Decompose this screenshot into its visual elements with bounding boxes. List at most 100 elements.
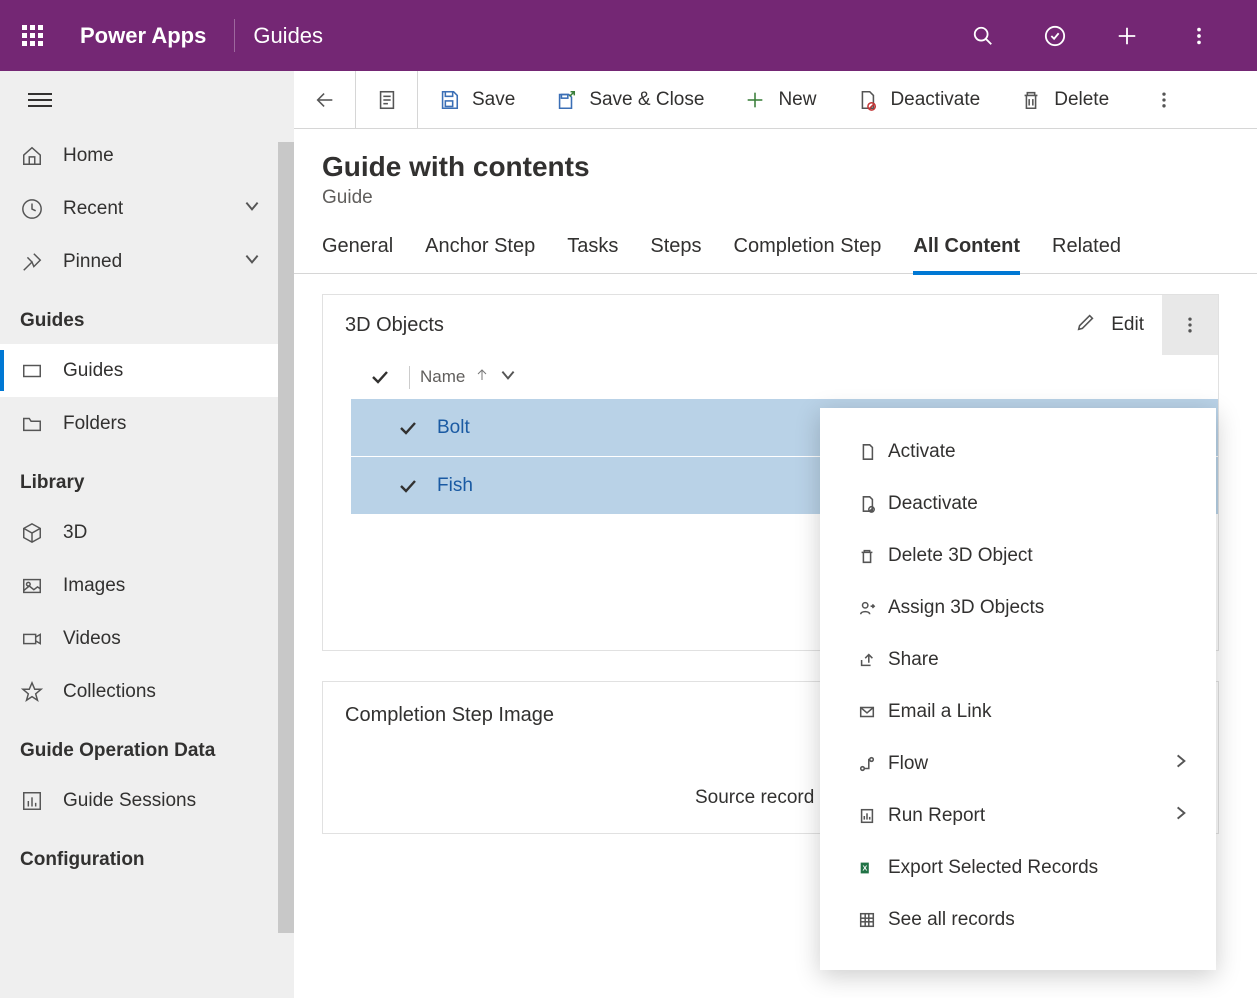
home-icon: [19, 145, 45, 167]
nav-guides[interactable]: Guides: [0, 344, 294, 397]
menu-export[interactable]: X Export Selected Records: [820, 842, 1216, 894]
save-button[interactable]: Save: [418, 89, 535, 111]
menu-share[interactable]: Share: [820, 634, 1216, 686]
chevron-down-icon[interactable]: [499, 366, 517, 389]
tab-all-content[interactable]: All Content: [913, 235, 1020, 273]
panel-title: 3D Objects: [345, 314, 444, 337]
image-icon: [19, 575, 45, 597]
tab-related[interactable]: Related: [1052, 235, 1121, 273]
plus-icon: [744, 89, 766, 111]
report-icon: [846, 807, 888, 825]
select-all-check[interactable]: [365, 370, 395, 384]
tabs: General Anchor Step Tasks Steps Completi…: [294, 209, 1257, 274]
deactivate-button[interactable]: Deactivate: [836, 89, 1000, 111]
tab-steps[interactable]: Steps: [650, 235, 701, 273]
nav-home[interactable]: Home: [0, 129, 294, 182]
chevron-right-icon: [1172, 804, 1190, 828]
more-vertical-icon[interactable]: [1163, 0, 1235, 71]
tab-general[interactable]: General: [322, 235, 393, 273]
save-close-label: Save & Close: [589, 89, 704, 111]
menu-label: Email a Link: [888, 701, 992, 723]
page-title: Guide with contents: [322, 151, 1257, 183]
sidebar: Home Recent Pinned Guides Guides Folders: [0, 71, 294, 998]
context-menu: Activate Deactivate Delete 3D Object Ass…: [820, 408, 1216, 970]
tab-anchor-step[interactable]: Anchor Step: [425, 235, 535, 273]
deactivate-icon: [856, 89, 878, 111]
delete-button[interactable]: Delete: [1000, 89, 1129, 111]
nav-collections-label: Collections: [63, 681, 156, 703]
menu-email[interactable]: Email a Link: [820, 686, 1216, 738]
waffle-icon[interactable]: [22, 25, 44, 47]
menu-label: Flow: [888, 753, 928, 775]
nav-recent[interactable]: Recent: [0, 182, 294, 235]
pencil-icon: [1075, 311, 1097, 339]
nav-images[interactable]: Images: [0, 559, 294, 612]
nav-folders[interactable]: Folders: [0, 397, 294, 450]
activity-button[interactable]: [356, 71, 418, 128]
assign-icon: [846, 599, 888, 617]
menu-run-report[interactable]: Run Report: [820, 790, 1216, 842]
nav-3d-label: 3D: [63, 522, 87, 544]
row-name[interactable]: Bolt: [437, 417, 470, 439]
nav-home-label: Home: [63, 145, 114, 167]
nav-guide-sessions[interactable]: Guide Sessions: [0, 774, 294, 827]
add-icon[interactable]: [1091, 0, 1163, 71]
menu-assign[interactable]: Assign 3D Objects: [820, 582, 1216, 634]
cube-icon: [19, 522, 45, 544]
nav-videos[interactable]: Videos: [0, 612, 294, 665]
nav-3d[interactable]: 3D: [0, 506, 294, 559]
hamburger-button[interactable]: [0, 71, 294, 129]
column-name[interactable]: Name: [409, 366, 517, 389]
menu-label: Deactivate: [888, 493, 978, 515]
row-name[interactable]: Fish: [437, 475, 473, 497]
deactivate-icon: [846, 495, 888, 513]
nav-collections[interactable]: Collections: [0, 665, 294, 718]
tab-completion-step[interactable]: Completion Step: [734, 235, 882, 273]
app-title: Power Apps: [80, 23, 206, 49]
sidebar-scrollbar[interactable]: [278, 142, 294, 933]
menu-label: Export Selected Records: [888, 857, 1098, 879]
menu-deactivate[interactable]: Deactivate: [820, 478, 1216, 530]
menu-label: Share: [888, 649, 939, 671]
video-icon: [19, 628, 45, 650]
panel-more-button[interactable]: [1162, 295, 1218, 355]
folder-icon: [19, 413, 45, 435]
new-button[interactable]: New: [724, 89, 836, 111]
chevron-right-icon: [1172, 752, 1190, 776]
task-icon[interactable]: [1019, 0, 1091, 71]
nav-pinned-label: Pinned: [63, 251, 122, 273]
edit-button[interactable]: Edit: [1057, 295, 1162, 355]
clock-icon: [19, 198, 45, 220]
chevron-down-icon: [243, 197, 261, 221]
nav-guides-label: Guides: [63, 360, 123, 382]
delete-label: Delete: [1054, 89, 1109, 111]
menu-label: Delete 3D Object: [888, 545, 1033, 567]
chevron-down-icon: [243, 250, 261, 274]
deactivate-label: Deactivate: [890, 89, 980, 111]
edit-label: Edit: [1111, 314, 1144, 336]
search-icon[interactable]: [947, 0, 1019, 71]
menu-see-all[interactable]: See all records: [820, 894, 1216, 946]
menu-label: Activate: [888, 441, 956, 463]
nav-images-label: Images: [63, 575, 125, 597]
star-icon: [19, 681, 45, 703]
menu-flow[interactable]: Flow: [820, 738, 1216, 790]
back-button[interactable]: [294, 71, 356, 128]
row-check-icon[interactable]: [393, 479, 423, 493]
share-icon: [846, 651, 888, 669]
menu-label: Run Report: [888, 805, 985, 827]
nav-section-config: Configuration: [0, 827, 294, 883]
menu-label: Assign 3D Objects: [888, 597, 1044, 619]
save-close-button[interactable]: Save & Close: [535, 89, 724, 111]
cmdbar-more-icon[interactable]: [1143, 90, 1185, 110]
trash-icon: [1020, 89, 1042, 111]
tab-tasks[interactable]: Tasks: [567, 235, 618, 273]
row-check-icon[interactable]: [393, 421, 423, 435]
menu-activate[interactable]: Activate: [820, 426, 1216, 478]
save-icon: [438, 89, 460, 111]
menu-delete[interactable]: Delete 3D Object: [820, 530, 1216, 582]
record-icon: [19, 360, 45, 382]
nav-pinned[interactable]: Pinned: [0, 235, 294, 288]
excel-icon: X: [846, 859, 888, 877]
save-label: Save: [472, 89, 515, 111]
